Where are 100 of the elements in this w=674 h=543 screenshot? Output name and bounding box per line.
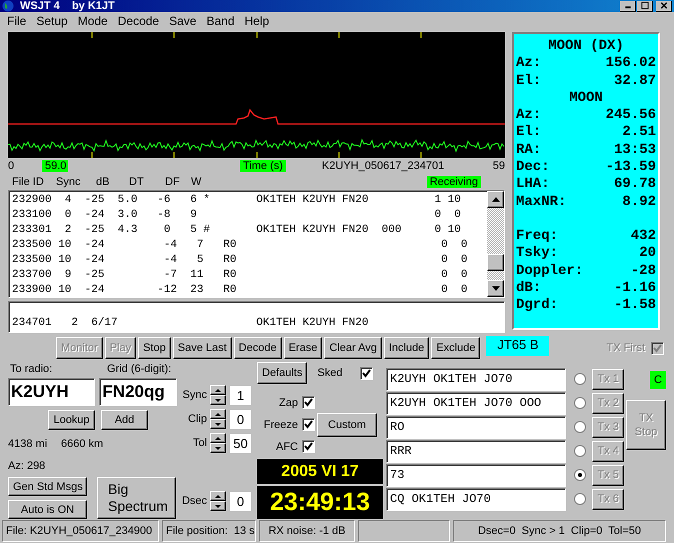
spin-down-button[interactable]	[210, 443, 226, 453]
status-panel: RX noise: -1 dB	[259, 520, 355, 542]
spinner-value[interactable]: 1	[230, 386, 251, 404]
decode-row[interactable]: 233500 10 -24 -4 5 R0 0 0	[12, 253, 484, 268]
menu-item[interactable]: Mode	[72, 14, 113, 28]
toolbar-button[interactable]: Erase	[284, 337, 322, 359]
average-row-text: 234701 2 6/17 OK1TEH K2UYH FN20	[12, 316, 370, 331]
mode-label: JT65 B	[486, 336, 550, 356]
status-label: Receiving	[426, 176, 481, 188]
column-header: DT	[129, 176, 144, 188]
menu-item[interactable]: Setup	[31, 14, 73, 28]
action-button[interactable]: Auto is ON	[8, 500, 87, 520]
moon-label: Doppler:	[516, 262, 584, 280]
defaults-button[interactable]: Defaults	[257, 362, 308, 384]
grid-field[interactable]: FN20qg	[99, 378, 177, 406]
decode-row[interactable]: 233500 10 -24 -4 7 R0 0 0	[12, 238, 484, 253]
moon-label: LHA:	[516, 176, 550, 194]
moon-value: -1.58	[614, 297, 656, 314]
down-arrow-icon	[215, 398, 221, 402]
scroll-down-button[interactable]	[487, 280, 504, 297]
moon-label: El:	[516, 124, 542, 142]
down-arrow-icon	[215, 446, 221, 450]
spinner-value[interactable]: 0	[230, 492, 251, 510]
spinner-value[interactable]: 0	[230, 410, 251, 428]
add-button[interactable]: Add	[101, 410, 148, 430]
menu-item[interactable]: Save	[164, 14, 202, 28]
up-arrow-icon	[215, 388, 221, 392]
moon-value: 156.02	[606, 55, 656, 73]
file-name: K2UYH_050617_234701	[322, 160, 444, 172]
checkbox-label: Zap	[279, 396, 298, 408]
moon-value: -28	[630, 262, 656, 280]
checkbox[interactable]	[302, 418, 315, 431]
menu-item[interactable]: Decode	[112, 14, 164, 28]
custom-button[interactable]: Custom	[317, 412, 377, 436]
checkbox-label: Freeze	[264, 418, 298, 430]
globe-icon	[2, 0, 14, 12]
moon-label: dB:	[516, 280, 542, 298]
action-button[interactable]: Gen Std Msgs	[8, 477, 87, 496]
toolbar-button[interactable]: Include	[384, 337, 430, 359]
spin-up-button[interactable]	[210, 491, 226, 501]
clock-display: 23:49:13	[257, 486, 383, 519]
moon-value: 32.87	[614, 72, 656, 90]
tick-mark	[338, 152, 340, 158]
maximize-icon	[638, 1, 650, 10]
moon-label: Az:	[516, 55, 542, 73]
moon-value: 245.56	[606, 107, 656, 124]
callsign-field[interactable]: K2UYH	[8, 378, 96, 406]
decode-list[interactable]	[8, 190, 505, 298]
menu-item[interactable]: Band	[201, 14, 240, 28]
spin-up-button[interactable]	[210, 409, 226, 419]
scroll-thumb[interactable]	[487, 254, 504, 271]
tick-mark	[420, 32, 422, 38]
spin-up-button[interactable]	[210, 433, 226, 443]
toolbar-button[interactable]: Clear Avg	[324, 337, 382, 359]
decode-row[interactable]: 233900 10 -24 -12 23 R0 0 0	[12, 283, 484, 297]
checkbox[interactable]	[302, 440, 315, 453]
decode-row[interactable]: 233100 0 -24 3.0 -8 9 0 0	[12, 208, 484, 223]
toolbar-button[interactable]: Exclude	[431, 337, 480, 359]
moon-value: 20	[639, 245, 656, 263]
up-arrow-icon	[215, 436, 221, 440]
toolbar-button[interactable]: Decode	[234, 337, 282, 359]
minimize-button[interactable]	[620, 0, 636, 12]
lookup-button[interactable]: Lookup	[48, 410, 95, 430]
spin-down-button[interactable]	[210, 501, 226, 511]
spin-down-button[interactable]	[210, 419, 226, 429]
column-header: Sync	[56, 176, 80, 188]
azimuth-text: Az: 298	[8, 460, 46, 472]
spin-down-button[interactable]	[210, 395, 226, 405]
date-display: 2005 VI 17	[257, 459, 383, 484]
moon-label: Tsky:	[516, 245, 558, 263]
decode-row[interactable]: 232900 4 -25 5.0 -6 6 * OK1TEH K2UYH FN20 1 10	[12, 193, 484, 208]
toolbar-button[interactable]: Save Last	[172, 337, 232, 359]
decode-row[interactable]: 233700 9 -25 -7 11 R0 0 0	[12, 268, 484, 283]
close-button[interactable]	[656, 0, 672, 12]
spinner-label: Clip	[187, 413, 207, 425]
decode-row[interactable]: 233301 2 -25 4.3 0 5 # OK1TEH K2UYH FN20 000 0 10	[12, 223, 484, 238]
moon-value: -1.16	[614, 280, 656, 298]
moon-value: 13:53	[614, 142, 656, 160]
menu-item[interactable]: File	[2, 14, 32, 28]
toolbar-button[interactable]: Stop	[138, 337, 171, 359]
moon-label: Dec:	[516, 159, 550, 176]
spin-up-button[interactable]	[210, 385, 226, 395]
spinner-value[interactable]: 50	[230, 434, 251, 452]
marker-label: 59.0	[42, 160, 68, 172]
big-spectrum-button[interactable]: Big Spectrum	[97, 477, 176, 520]
checkbox[interactable]	[360, 366, 374, 380]
column-header: W	[191, 176, 202, 188]
maximize-button[interactable]	[637, 0, 653, 12]
moon-heading: MOON	[569, 90, 603, 106]
column-header: DF	[165, 176, 180, 188]
menu-item[interactable]: Help	[240, 14, 274, 28]
moon-label: Freq:	[516, 228, 558, 246]
down-arrow-icon	[215, 504, 221, 508]
checkbox-label: Sked	[317, 367, 344, 379]
scroll-up-button[interactable]	[487, 191, 504, 208]
checkbox[interactable]	[302, 396, 315, 409]
spinner-label: Sync	[182, 389, 207, 401]
moon-value: 432	[630, 228, 656, 246]
axis-label: 59	[492, 160, 505, 172]
scrollbar[interactable]	[487, 191, 504, 297]
